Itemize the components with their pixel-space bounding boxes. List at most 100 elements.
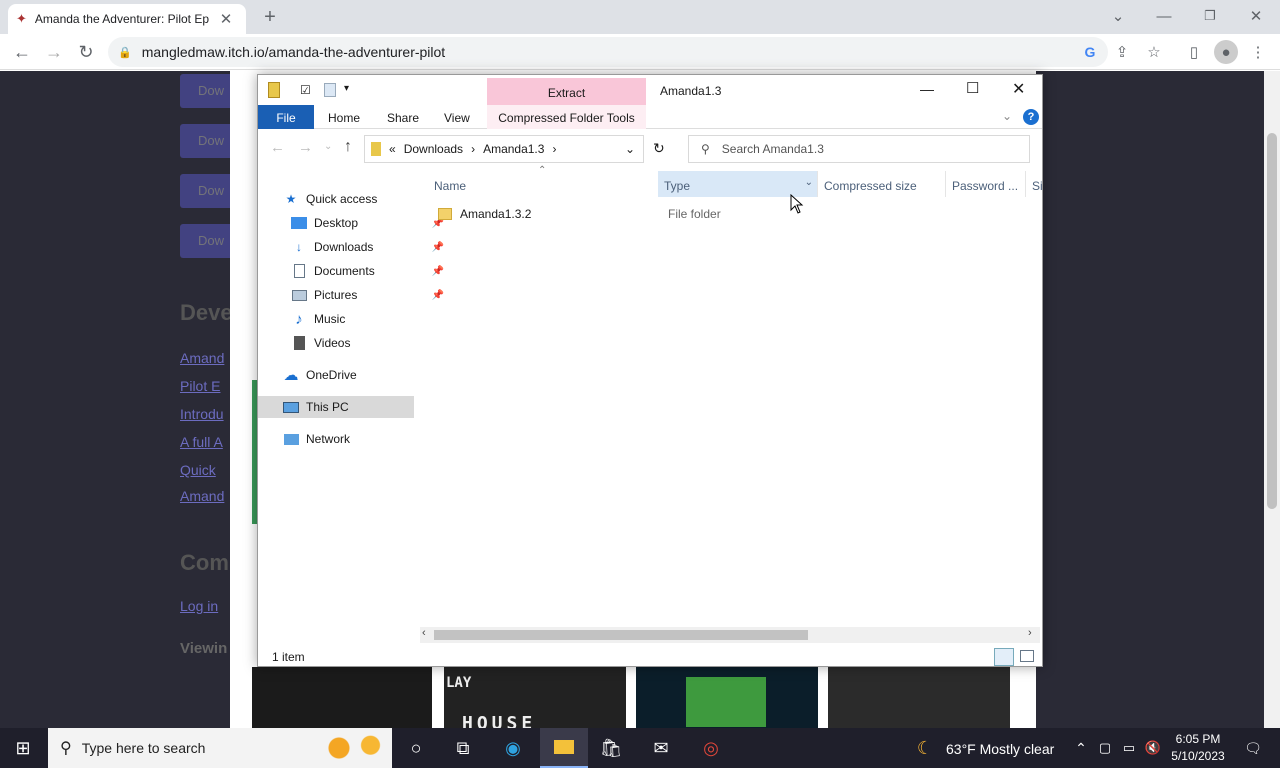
address-bar[interactable]: « Downloads › Amanda1.3 › ⌄ (364, 135, 644, 163)
menu-kebab-icon[interactable]: ⋮ (1246, 40, 1270, 64)
maximize-button[interactable]: ☐ (966, 79, 979, 97)
devlog-link[interactable]: Introdu (180, 406, 224, 422)
customize-toolbar-icon[interactable]: ▾ (344, 83, 349, 94)
devlog-link[interactable]: Amand (180, 488, 224, 504)
tab-view[interactable]: View (444, 105, 470, 129)
minimize-button[interactable]: — (1152, 4, 1176, 28)
tab-share[interactable]: Share (387, 105, 419, 129)
scrollbar-thumb[interactable] (1267, 133, 1277, 509)
up-arrow-icon[interactable]: ↑ (344, 138, 352, 156)
quick-access-check-icon[interactable]: ☑ (300, 83, 311, 97)
tab-search-icon[interactable]: ⌄ (1106, 4, 1130, 28)
close-button[interactable]: ✕ (1012, 79, 1025, 99)
network-icon[interactable]: ▭ (1116, 736, 1142, 760)
new-folder-icon[interactable] (324, 83, 336, 97)
nav-onedrive[interactable]: ☁ OneDrive (282, 364, 438, 386)
meet-now-icon[interactable]: ▢ (1092, 736, 1118, 760)
nav-pictures[interactable]: Pictures 📌 (290, 284, 446, 306)
close-button[interactable]: ✕ (1244, 4, 1268, 28)
explorer-title-bar[interactable]: ☑ ▾ Extract Amanda1.3 — ☐ ✕ (258, 75, 1042, 106)
game-thumb[interactable] (828, 667, 1010, 728)
profile-avatar-icon[interactable]: ● (1214, 40, 1238, 64)
scroll-left-icon[interactable]: ‹ (422, 627, 426, 639)
breadcrumb-prefix[interactable]: « (389, 142, 396, 156)
file-row[interactable]: Amanda1.3.2 File folder (428, 203, 1042, 225)
devlog-link[interactable]: Quick (180, 462, 216, 478)
devlog-link[interactable]: A full A (180, 434, 223, 450)
store-icon[interactable]: 🛍 (598, 736, 624, 760)
google-icon[interactable]: G (1078, 40, 1102, 64)
weather-text[interactable]: 63°F Mostly clear (946, 741, 1054, 757)
browser-tab[interactable]: ✦ Amanda the Adventurer: Pilot Ep ✕ (8, 4, 246, 34)
nav-videos[interactable]: Videos (290, 332, 446, 354)
back-icon[interactable]: ← (270, 139, 285, 156)
tab-title: Amanda the Adventurer: Pilot Ep (34, 12, 210, 26)
restore-button[interactable]: ❐ (1198, 4, 1222, 28)
recent-locations-icon[interactable]: ⌄ (324, 141, 332, 152)
show-hidden-icons-icon[interactable]: ⌃ (1068, 736, 1094, 760)
nav-downloads[interactable]: ↓ Downloads 📌 (290, 236, 446, 258)
login-link[interactable]: Log in (180, 598, 218, 614)
tab-compressed-folder-tools[interactable]: Compressed Folder Tools (487, 105, 646, 129)
reload-icon[interactable]: ↻ (74, 40, 98, 64)
weather-moon-icon[interactable]: ☾ (912, 736, 938, 760)
game-thumb[interactable] (636, 667, 818, 728)
mail-icon[interactable]: ✉ (648, 736, 674, 760)
game-thumb[interactable]: LAY HOUSE (444, 667, 626, 734)
bookmark-star-icon[interactable]: ☆ (1142, 40, 1166, 64)
nav-this-pc[interactable]: This PC (258, 396, 414, 418)
column-dropdown-icon[interactable]: ⌄ (805, 177, 813, 188)
scrollbar-thumb[interactable] (434, 630, 808, 640)
column-header-size[interactable]: Si (1026, 171, 1042, 197)
notifications-icon[interactable]: 🗨 (1240, 736, 1266, 760)
tab-file[interactable]: File (258, 105, 314, 129)
ribbon-expand-icon[interactable]: ⌄ (1002, 109, 1012, 123)
forward-icon[interactable]: → (42, 40, 66, 64)
scroll-right-icon[interactable]: › (1028, 627, 1032, 639)
clock-date[interactable]: 5/10/2023 (1166, 749, 1230, 763)
edge-icon[interactable]: ◉ (500, 736, 526, 760)
column-header-password[interactable]: Password ... (946, 171, 1026, 197)
nav-quick-access[interactable]: ★ Quick access (282, 188, 438, 210)
column-header-name[interactable]: Name (428, 171, 653, 197)
chrome-icon[interactable]: ◎ (698, 736, 724, 760)
minimize-button[interactable]: — (920, 81, 934, 97)
tab-home[interactable]: Home (328, 105, 360, 129)
new-tab-button[interactable]: + (258, 5, 282, 29)
details-view-icon[interactable] (994, 648, 1014, 666)
search-input[interactable]: ⚲ Search Amanda1.3 (688, 135, 1030, 163)
large-icons-view-icon[interactable] (1020, 650, 1034, 662)
nav-desktop[interactable]: Desktop 📌 (290, 212, 446, 234)
horizontal-scrollbar[interactable]: ‹ › (420, 627, 1040, 643)
extract-contextual-tab[interactable]: Extract (487, 78, 646, 106)
clock-time[interactable]: 6:05 PM (1166, 732, 1230, 746)
address-dropdown-icon[interactable]: ⌄ (625, 142, 635, 156)
game-thumb[interactable] (252, 667, 432, 728)
devlog-link[interactable]: Pilot E (180, 378, 220, 394)
task-view-icon[interactable]: ⧉ (450, 736, 476, 760)
nav-documents[interactable]: Documents 📌 (290, 260, 446, 282)
refresh-icon[interactable]: ↻ (653, 140, 665, 157)
side-panel-icon[interactable]: ▯ (1182, 40, 1206, 64)
back-icon[interactable]: ← (10, 40, 34, 64)
windows-start-icon[interactable]: ⊞ (10, 736, 36, 760)
breadcrumb-separator-icon[interactable]: › (471, 142, 475, 156)
taskbar-search-input[interactable]: ⚲ Type here to search (48, 728, 392, 768)
file-explorer-taskbar-icon[interactable] (540, 728, 588, 768)
breadcrumb-separator-icon[interactable]: › (552, 142, 556, 156)
help-icon[interactable]: ? (1023, 109, 1039, 125)
forward-icon[interactable]: → (298, 139, 313, 156)
cortana-icon[interactable]: ○ (403, 736, 429, 760)
devlog-link[interactable]: Amand (180, 350, 224, 366)
nav-network[interactable]: Network (282, 428, 438, 450)
column-header-compressed-size[interactable]: Compressed size (818, 171, 946, 197)
page-scrollbar[interactable] (1264, 71, 1280, 728)
computer-icon (282, 399, 300, 415)
tab-close-icon[interactable]: ✕ (214, 7, 238, 31)
volume-muted-icon[interactable]: 🔇 (1140, 736, 1166, 760)
nav-music[interactable]: ♪ Music (290, 308, 446, 330)
share-icon[interactable]: ⇪ (1110, 40, 1134, 64)
breadcrumb-downloads[interactable]: Downloads (404, 142, 463, 156)
address-bar[interactable]: 🔒 mangledmaw.itch.io/amanda-the-adventur… (108, 37, 1108, 67)
breadcrumb-amanda[interactable]: Amanda1.3 (483, 142, 544, 156)
